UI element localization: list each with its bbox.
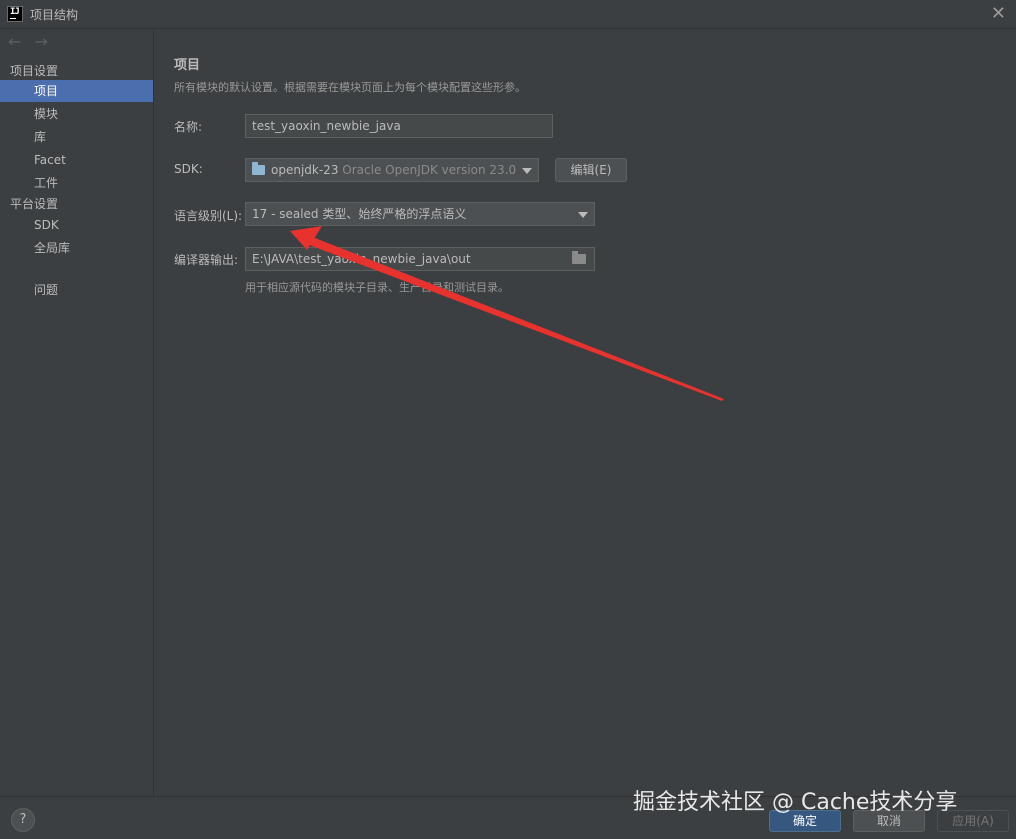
back-arrow-icon[interactable]: ← [8,32,21,51]
sdk-folder-icon [252,162,265,175]
title-bar: IJ 项目结构 ✕ [0,0,1016,29]
section-platform-settings: 平台设置 [10,197,59,211]
sidebar-item-modules[interactable]: 模块 [0,103,153,125]
language-level-value: 17 - sealed 类型、始终严格的浮点语义 [252,207,467,221]
sdk-label: SDK: [174,162,203,176]
nav-arrows: ← → [8,32,56,51]
sidebar-item-libraries[interactable]: 库 [0,126,153,148]
sidebar-item-artifacts[interactable]: 工件 [0,172,153,194]
sidebar-item-sdks[interactable]: SDK [0,214,153,236]
project-settings-panel: 项目 所有模块的默认设置。根据需要在模块页面上为每个模块配置这些形参。 名称: … [154,29,1016,796]
compiler-output-label: 编译器输出: [174,253,239,267]
sidebar: ← → 项目设置 项目 模块 库 Facet 工件 平台设置 SDK 全局库 问… [0,29,154,796]
forward-arrow-icon[interactable]: → [35,32,48,51]
watermark: 掘金技术社区 @ Cache技术分享 [633,790,958,815]
folder-browse-icon[interactable] [572,251,586,264]
name-label: 名称: [174,120,203,134]
language-level-select[interactable]: 17 - sealed 类型、始终严格的浮点语义 [245,202,595,226]
close-icon[interactable]: ✕ [991,3,1006,24]
sidebar-item-global-libraries[interactable]: 全局库 [0,237,153,259]
edit-sdk-button[interactable]: 编辑(E) [555,158,627,182]
language-level-label: 语言级别(L): [174,209,243,223]
sdk-version: Oracle OpenJDK version 23.0 [342,163,517,177]
sdk-select[interactable]: openjdk-23 Oracle OpenJDK version 23.0 [245,158,539,182]
sidebar-item-facets[interactable]: Facet [0,149,153,171]
page-title: 项目 [174,58,201,73]
sidebar-item-project[interactable]: 项目 [0,80,153,102]
help-icon[interactable]: ? [11,808,35,832]
intellij-logo-icon: IJ [7,6,23,22]
project-name-field[interactable]: test_yaoxin_newbie_java [245,114,553,138]
compiler-output-hint: 用于相应源代码的模块子目录、生产目录和测试目录。 [245,281,509,294]
chevron-down-icon [578,212,588,218]
window-title: 项目结构 [30,8,79,22]
sdk-name: openjdk-23 [271,163,339,177]
chevron-down-icon [522,168,532,174]
compiler-output-path: E:\JAVA\test_yaoxin_newbie_java\out [252,252,471,266]
section-project-settings: 项目设置 [10,64,59,78]
compiler-output-field[interactable]: E:\JAVA\test_yaoxin_newbie_java\out [245,247,595,271]
sidebar-item-problems[interactable]: 问题 [0,279,153,301]
page-description: 所有模块的默认设置。根据需要在模块页面上为每个模块配置这些形参。 [174,81,526,94]
